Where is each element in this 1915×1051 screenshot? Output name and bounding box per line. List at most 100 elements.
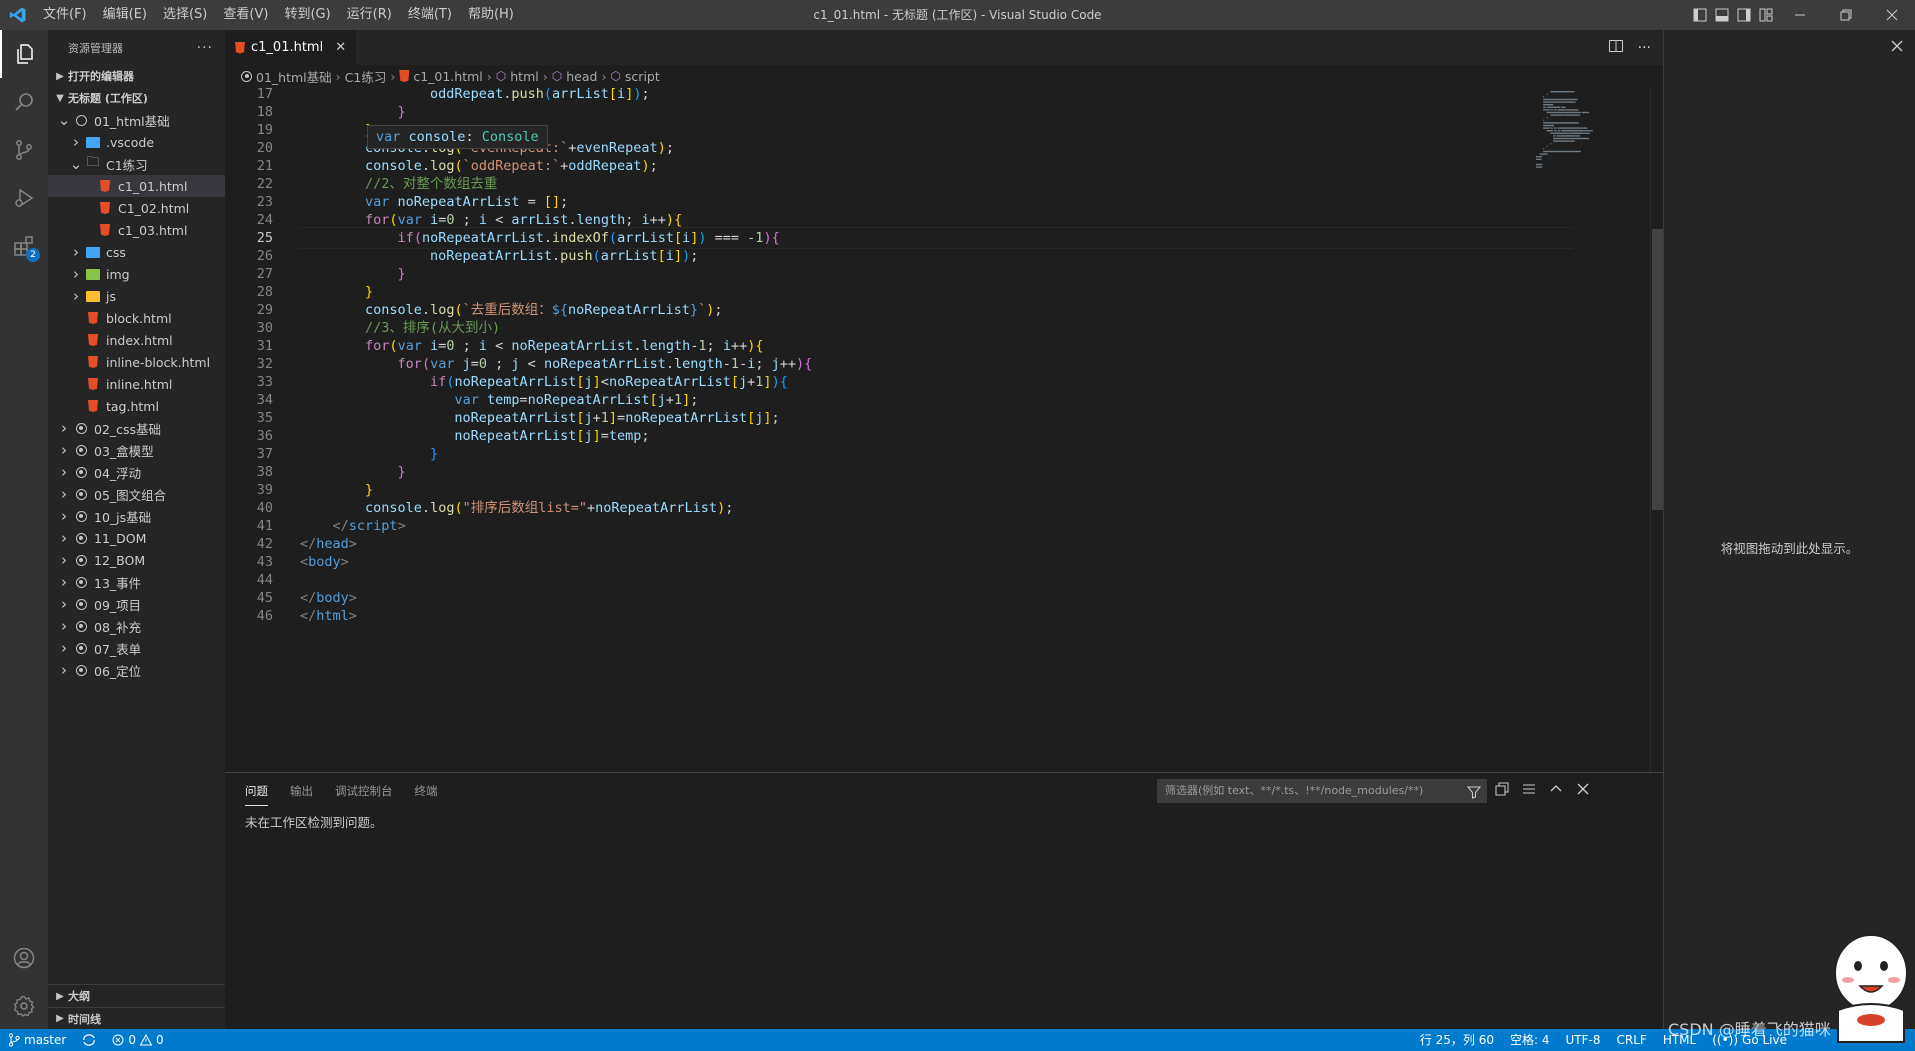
tree-item[interactable]: › 11_DOM bbox=[48, 527, 225, 549]
accounts-icon[interactable] bbox=[0, 934, 48, 982]
menu-item[interactable]: 运行(R) bbox=[339, 0, 400, 30]
toggle-secondary-sidebar-icon[interactable] bbox=[1733, 0, 1755, 30]
customize-layout-icon[interactable] bbox=[1755, 0, 1777, 30]
minimap-line bbox=[1578, 122, 1580, 124]
toggle-panel-icon[interactable] bbox=[1711, 0, 1733, 30]
tree-item[interactable]: c1_01.html bbox=[48, 175, 225, 197]
breadcrumb-item[interactable]: c1_01.html bbox=[399, 69, 483, 84]
tree-item[interactable]: › 12_BOM bbox=[48, 549, 225, 571]
tree-item[interactable]: block.html bbox=[48, 307, 225, 329]
breadcrumb-item[interactable]: ⬡ script bbox=[610, 69, 659, 84]
tree-item[interactable]: › 02_css基础 bbox=[48, 417, 225, 439]
filter-icon[interactable] bbox=[1466, 784, 1482, 808]
toggle-primary-sidebar-icon[interactable] bbox=[1689, 0, 1711, 30]
close-window-icon[interactable] bbox=[1869, 0, 1915, 30]
collapse-all-icon[interactable] bbox=[1495, 782, 1509, 800]
menu-item[interactable]: 帮助(H) bbox=[460, 0, 522, 30]
panel-tab[interactable]: 问题 bbox=[245, 783, 268, 806]
panel-tab[interactable]: 输出 bbox=[290, 783, 313, 799]
timeline-section[interactable]: ▶ 时间线 bbox=[48, 1007, 225, 1029]
restore-icon[interactable] bbox=[1823, 0, 1869, 30]
breadcrumb-item[interactable]: ⬡ html bbox=[496, 69, 539, 84]
minimap[interactable] bbox=[1530, 87, 1650, 187]
minimap-line bbox=[1583, 130, 1585, 132]
code-token: ; bbox=[690, 392, 699, 408]
code-token: = bbox=[519, 194, 544, 210]
menu-item[interactable]: 转到(G) bbox=[276, 0, 338, 30]
tree-item[interactable]: › 06_定位 bbox=[48, 659, 225, 681]
tree-item[interactable]: › img bbox=[48, 263, 225, 285]
indentation[interactable]: 空格: 4 bbox=[1502, 1029, 1558, 1051]
more-actions-icon[interactable]: ··· bbox=[1638, 40, 1651, 56]
code-token: = bbox=[617, 410, 626, 426]
tree-item[interactable]: inline.html bbox=[48, 373, 225, 395]
tree-item[interactable]: › js bbox=[48, 285, 225, 307]
breadcrumb-item[interactable]: 01_html基础 bbox=[241, 67, 332, 86]
editor-tab-c1_01[interactable]: c1_01.html ✕ bbox=[225, 30, 357, 65]
code-token: </ bbox=[332, 518, 349, 534]
problems-filter-input[interactable]: 筛选器(例如 text、**/*.ts、!**/node_modules/**) bbox=[1157, 779, 1487, 803]
tree-item[interactable]: › 07_表单 bbox=[48, 637, 225, 659]
menu-item[interactable]: 终端(T) bbox=[400, 0, 460, 30]
git-branch-item[interactable]: master bbox=[0, 1029, 74, 1051]
close-tab-icon[interactable]: ✕ bbox=[335, 40, 346, 55]
minimize-icon[interactable] bbox=[1777, 0, 1823, 30]
menu-item[interactable]: 查看(V) bbox=[215, 0, 276, 30]
panel-tab[interactable]: 调试控制台 bbox=[335, 783, 393, 799]
code-token: i bbox=[478, 212, 488, 228]
minimap-line bbox=[1564, 150, 1566, 153]
tree-item[interactable]: ⌄ 01_html基础 bbox=[48, 109, 225, 131]
search-icon[interactable] bbox=[0, 78, 48, 126]
menu-item[interactable]: 选择(S) bbox=[155, 0, 215, 30]
code-editor[interactable]: 17 oddRepeat.push(arrList[i]); 18 } 19 } 20… bbox=[225, 87, 1663, 772]
panel-tab[interactable]: 终端 bbox=[415, 783, 438, 799]
tree-item[interactable]: › 13_事件 bbox=[48, 571, 225, 593]
close-panel-icon[interactable] bbox=[1576, 782, 1590, 800]
code-line[interactable]: 46 </html> bbox=[225, 605, 1525, 627]
tree-item[interactable]: index.html bbox=[48, 329, 225, 351]
split-editor-icon[interactable] bbox=[1608, 38, 1624, 58]
tree-item[interactable]: › 03_盒模型 bbox=[48, 439, 225, 461]
outline-section[interactable]: ▶ 大纲 bbox=[48, 985, 225, 1007]
code-token: ; bbox=[771, 410, 780, 426]
extensions-icon[interactable]: 2 bbox=[0, 222, 48, 270]
view-as-list-icon[interactable] bbox=[1522, 782, 1536, 800]
tree-item[interactable]: › 08_补充 bbox=[48, 615, 225, 637]
tree-item[interactable]: inline-block.html bbox=[48, 351, 225, 373]
tree-item[interactable]: tag.html bbox=[48, 395, 225, 417]
code-token: ] bbox=[763, 410, 772, 426]
minimap-line bbox=[1577, 114, 1579, 116]
tree-item[interactable]: › css bbox=[48, 241, 225, 263]
menu-item[interactable]: 编辑(E) bbox=[95, 0, 155, 30]
more-actions-icon[interactable]: ··· bbox=[197, 40, 213, 56]
editor-scrollbar[interactable] bbox=[1650, 87, 1663, 772]
close-icon[interactable] bbox=[1891, 40, 1903, 56]
run-debug-icon[interactable] bbox=[0, 174, 48, 222]
tree-item[interactable]: ⌄ 🗀 C1练习 bbox=[48, 153, 225, 175]
tree-item[interactable]: c1_03.html bbox=[48, 219, 225, 241]
end-of-line[interactable]: CRLF bbox=[1609, 1029, 1655, 1051]
encoding[interactable]: UTF-8 bbox=[1558, 1029, 1609, 1051]
manage-gear-icon[interactable] bbox=[0, 982, 48, 1030]
tree-item[interactable]: › .vscode bbox=[48, 131, 225, 153]
code-token: ( bbox=[413, 230, 422, 246]
source-control-icon[interactable] bbox=[0, 126, 48, 174]
tree-item[interactable]: › 10_js基础 bbox=[48, 505, 225, 527]
breadcrumb-item[interactable]: C1练习 bbox=[345, 67, 387, 86]
tree-item[interactable]: › 09_项目 bbox=[48, 593, 225, 615]
tree-item[interactable]: › 05_图文组合 bbox=[48, 483, 225, 505]
workspace-section[interactable]: ▼ 无标题 (工作区) bbox=[48, 87, 225, 109]
open-editors-section[interactable]: ▶ 打开的编辑器 bbox=[48, 65, 225, 87]
explorer-icon[interactable] bbox=[0, 30, 48, 78]
maximize-panel-icon[interactable] bbox=[1549, 782, 1563, 800]
cursor-position[interactable]: 行 25，列 60 bbox=[1412, 1029, 1502, 1051]
code-token: </ bbox=[300, 590, 317, 606]
breadcrumb-item[interactable]: ⬡ head bbox=[552, 69, 598, 84]
menu-item[interactable]: 文件(F) bbox=[35, 0, 95, 30]
element-icon: ⬡ bbox=[551, 69, 563, 83]
tree-item[interactable]: C1_02.html bbox=[48, 197, 225, 219]
sync-item[interactable] bbox=[74, 1029, 104, 1051]
tree-item[interactable]: › 04_浮动 bbox=[48, 461, 225, 483]
problems-item[interactable]: 0 0 bbox=[104, 1029, 171, 1051]
scrollbar-thumb[interactable] bbox=[1652, 229, 1663, 510]
